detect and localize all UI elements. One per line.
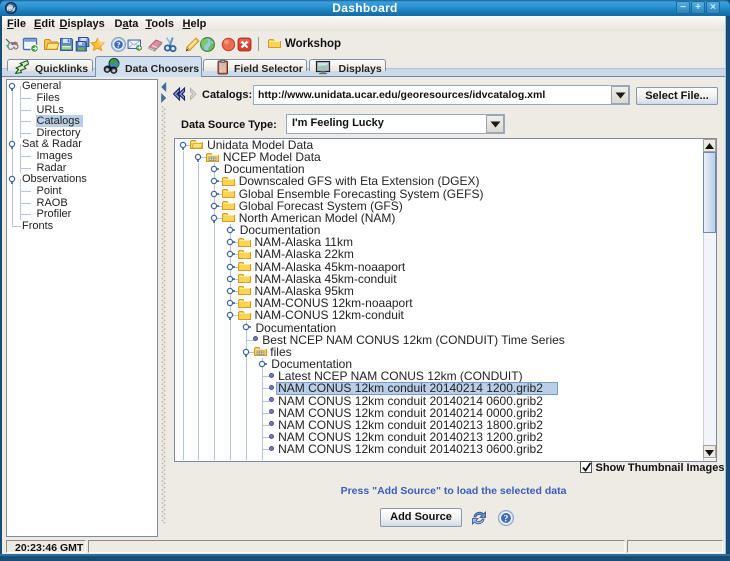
svg-text:?: ? xyxy=(504,515,509,525)
svg-text:?: ? xyxy=(117,40,121,50)
